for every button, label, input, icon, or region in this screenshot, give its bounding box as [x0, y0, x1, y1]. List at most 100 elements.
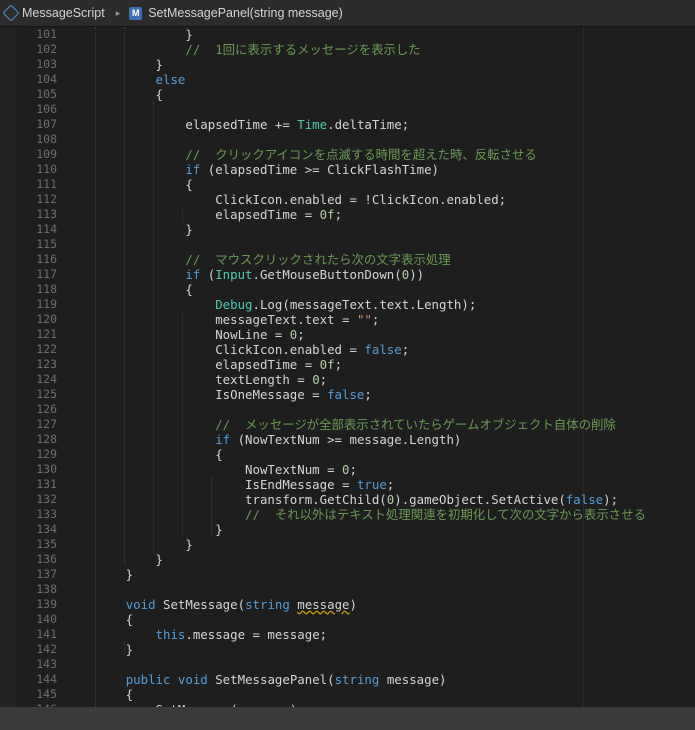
code-token: .GetMouseButtonDown( [252, 267, 402, 282]
code-line[interactable]: elapsedTime = 0f; [66, 357, 695, 372]
code-line[interactable]: IsOneMessage = false; [66, 387, 695, 402]
code-line[interactable] [66, 657, 695, 672]
code-line[interactable]: elapsedTime += Time.deltaTime; [66, 117, 695, 132]
code-token: Input [215, 267, 253, 282]
code-line[interactable]: elapsedTime = 0f; [66, 207, 695, 222]
code-line[interactable]: else [66, 72, 695, 87]
code-token: if [185, 267, 201, 282]
code-line[interactable]: if (Input.GetMouseButtonDown(0)) [66, 267, 695, 282]
code-token: // マウスクリックされたら次の文字表示処理 [66, 252, 451, 267]
method-icon: M [129, 6, 143, 20]
code-token: IsOneMessage = [66, 387, 328, 402]
editor-gutter[interactable] [0, 27, 17, 707]
code-token: (NowTextNum >= message.Length) [230, 432, 462, 447]
line-number: 136 [36, 552, 57, 566]
code-line[interactable]: NowLine = 0; [66, 327, 695, 342]
line-number: 133 [36, 507, 57, 521]
code-line[interactable]: ClickIcon.enabled = !ClickIcon.enabled; [66, 192, 695, 207]
breadcrumb-file-name[interactable]: MessageScript [22, 6, 105, 20]
code-line[interactable]: { [66, 87, 695, 102]
line-number: 115 [36, 237, 57, 251]
code-line[interactable]: // クリックアイコンを点滅する時間を超えた時、反転させる [66, 147, 695, 162]
code-token: } [66, 567, 134, 582]
code-token: else [155, 72, 186, 87]
code-line[interactable] [66, 402, 695, 417]
code-token: SetMessage( [155, 597, 246, 612]
code-token: ); [603, 492, 619, 507]
code-token: ) [349, 597, 357, 612]
line-number: 142 [36, 642, 57, 656]
line-number: 144 [36, 672, 57, 686]
code-token: // メッセージが全部表示されていたらゲームオブジェクト自体の削除 [66, 417, 616, 432]
code-token: ; [364, 387, 372, 402]
code-editor[interactable]: 101 102 103 104 105 106 107 108 109 110 111 112 113 1… [0, 27, 695, 707]
code-line[interactable]: if (elapsedTime >= ClickFlashTime) [66, 162, 695, 177]
code-line[interactable]: { [66, 687, 695, 702]
code-line[interactable]: } [66, 552, 695, 567]
code-token: ; [401, 342, 410, 357]
code-line[interactable] [66, 132, 695, 147]
line-number: 120 [36, 312, 57, 326]
code-token: ; [371, 312, 380, 327]
line-number: 138 [36, 582, 57, 596]
code-line[interactable]: { [66, 282, 695, 297]
line-number: 134 [36, 522, 57, 536]
code-line[interactable]: { [66, 612, 695, 627]
csharp-file-icon[interactable] [2, 4, 20, 22]
code-token: this [155, 627, 186, 642]
code-token: void [125, 597, 156, 612]
code-line[interactable]: // マウスクリックされたら次の文字表示処理 [66, 252, 695, 267]
code-line[interactable]: } [66, 567, 695, 582]
code-token: SetMessagePanel( [207, 672, 335, 687]
line-number: 109 [36, 147, 57, 161]
code-line[interactable]: textLength = 0; [66, 372, 695, 387]
code-line[interactable]: } [66, 642, 695, 657]
code-line[interactable]: ClickIcon.enabled = false; [66, 342, 695, 357]
code-line[interactable]: transform.GetChild(0).gameObject.SetActi… [66, 492, 695, 507]
line-number: 113 [36, 207, 57, 221]
code-line[interactable]: } [66, 522, 695, 537]
line-number: 107 [36, 117, 57, 131]
line-number: 117 [36, 267, 57, 281]
code-token: message) [379, 672, 447, 687]
code-line[interactable]: } [66, 222, 695, 237]
code-token: void [177, 672, 208, 687]
code-line[interactable] [66, 237, 695, 252]
line-number: 140 [36, 612, 57, 626]
code-line[interactable]: // メッセージが全部表示されていたらゲームオブジェクト自体の削除 [66, 417, 695, 432]
code-line[interactable]: NowTextNum = 0; [66, 462, 695, 477]
code-line[interactable]: IsEndMessage = true; [66, 477, 695, 492]
code-token: true [356, 477, 387, 492]
code-line[interactable]: if (NowTextNum >= message.Length) [66, 432, 695, 447]
code-token: } [66, 57, 163, 72]
line-number: 108 [36, 132, 57, 146]
breadcrumb-method-name[interactable]: SetMessagePanel(string message) [148, 6, 343, 20]
code-line[interactable]: { [66, 177, 695, 192]
code-token: Time [297, 117, 328, 132]
code-line[interactable]: { [66, 447, 695, 462]
code-line[interactable]: void SetMessage(string message) [66, 597, 695, 612]
code-line[interactable]: } [66, 27, 695, 42]
code-line[interactable]: } [66, 57, 695, 72]
code-line[interactable]: // 1回に表示するメッセージを表示した [66, 42, 695, 57]
code-line[interactable]: // それ以外はテキスト処理関連を初期化して次の文字から表示させる [66, 507, 695, 522]
code-line[interactable]: Debug.Log(messageText.text.Length); [66, 297, 695, 312]
code-token: public [125, 672, 171, 687]
code-token: { [66, 612, 134, 627]
code-line[interactable]: this.message = message; [66, 627, 695, 642]
line-number: 126 [36, 402, 57, 416]
code-line[interactable]: public void SetMessagePanel(string messa… [66, 672, 695, 687]
code-line[interactable] [66, 102, 695, 117]
code-line[interactable]: } [66, 537, 695, 552]
code-token: 0 [312, 372, 320, 387]
code-line[interactable]: messageText.text = ""; [66, 312, 695, 327]
code-line[interactable] [66, 582, 695, 597]
line-number: 145 [36, 687, 57, 701]
code-text-area[interactable]: } // 1回に表示するメッセージを表示した } else { elapsedT… [66, 27, 695, 707]
